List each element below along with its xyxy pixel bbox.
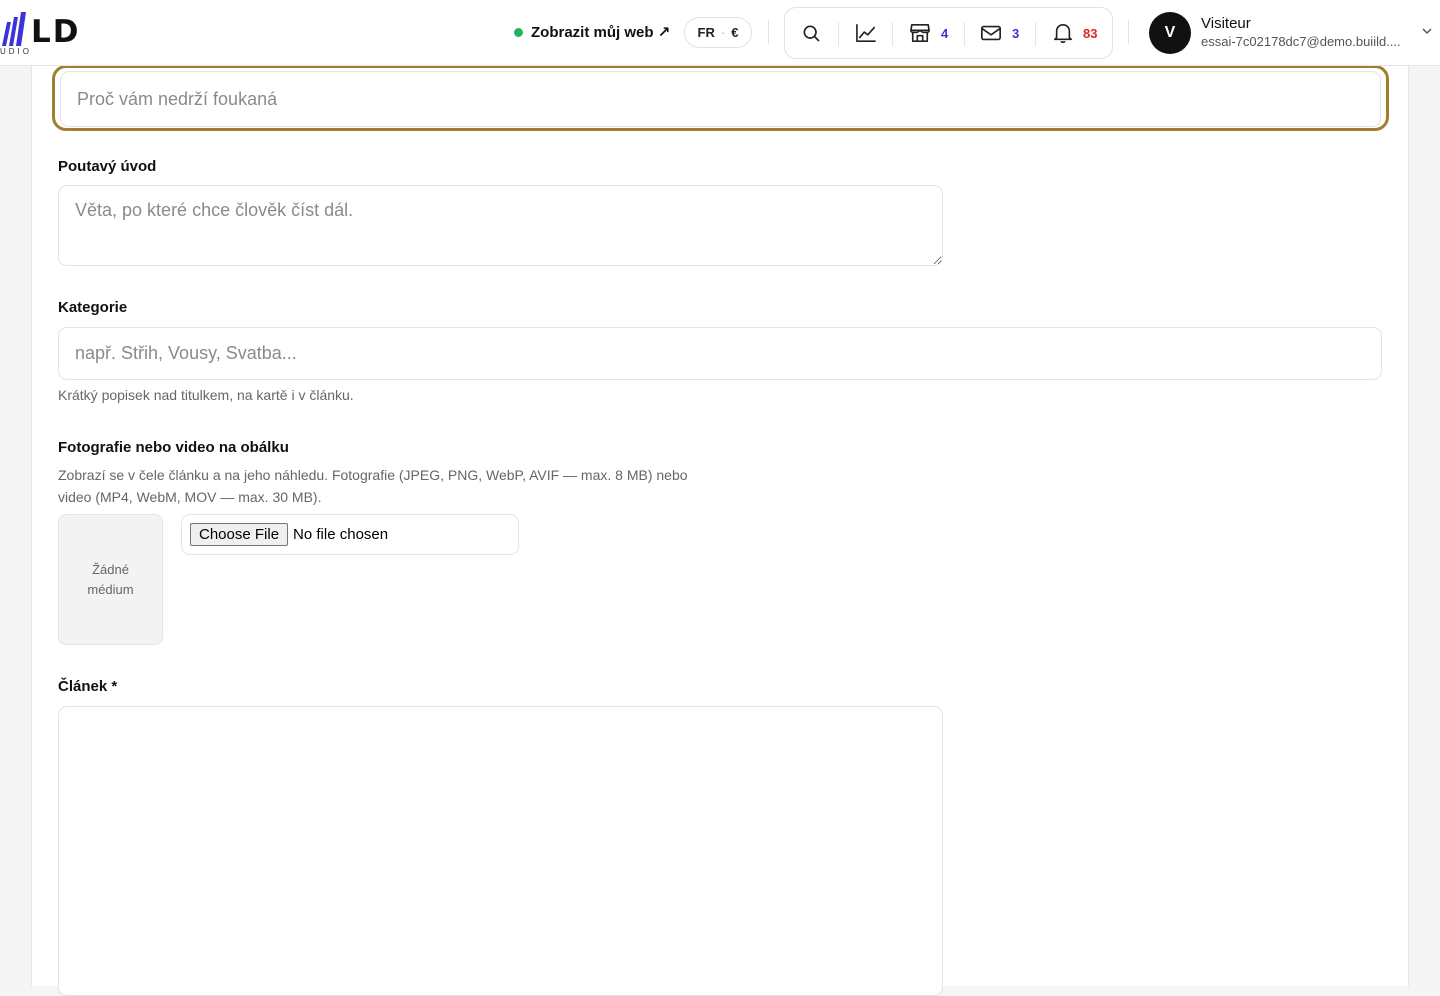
header-divider <box>768 20 769 44</box>
header-divider <box>1128 20 1129 44</box>
intro-label: Poutavý úvod <box>58 158 157 175</box>
icon-separator <box>838 22 839 46</box>
title-input[interactable] <box>60 71 1381 127</box>
article-editor[interactable] <box>58 706 943 996</box>
cover-media-label: Fotografie nebo video na obálku <box>58 439 289 456</box>
icon-separator <box>892 22 893 46</box>
choose-file-button[interactable]: Choose File <box>190 523 289 546</box>
user-menu[interactable]: V Visiteur essai-7c02178dc7@demo.buiild.… <box>1149 12 1440 54</box>
logo-subtitle: UDIO <box>0 47 32 56</box>
search-button[interactable] <box>801 8 821 58</box>
messages-count-badge: 3 <box>1012 25 1020 41</box>
store-icon <box>910 24 930 42</box>
store-count-badge: 4 <box>941 25 949 41</box>
title-field-focus-ring <box>52 65 1389 131</box>
online-status-dot <box>514 27 523 37</box>
language-separator: · <box>720 25 726 40</box>
user-email: essai-7c02178dc7@demo.buiild.... <box>1201 34 1401 49</box>
logo-bars-icon <box>2 12 26 46</box>
category-help-text: Krátký popisek nad titulkem, na kartě i … <box>58 387 354 403</box>
currency-symbol: € <box>731 25 739 40</box>
messages-button[interactable]: 3 <box>980 8 1019 58</box>
cover-media-help-line2: video (MP4, WebM, MOV — max. 30 MB). <box>58 489 322 505</box>
icon-separator <box>964 22 965 46</box>
category-label: Kategorie <box>58 299 128 316</box>
notifications-count-badge: 83 <box>1083 25 1098 41</box>
cover-media-help-line1: Zobrazí se v čele článku a na jeho náhle… <box>58 467 688 483</box>
notifications-button[interactable]: 83 <box>1053 8 1097 58</box>
icon-separator <box>1035 22 1036 46</box>
view-site-link[interactable]: Zobrazit můj web ↗ <box>514 18 670 46</box>
category-input[interactable] <box>58 327 1382 380</box>
analytics-button[interactable] <box>855 8 877 58</box>
user-name: Visiteur <box>1201 15 1251 32</box>
cover-file-input[interactable]: Choose File No file chosen <box>181 514 519 555</box>
chevron-down-icon <box>1422 28 1432 35</box>
store-button[interactable]: 4 <box>909 8 948 58</box>
top-bar: LD UDIO Zobrazit můj web ↗ FR · € 4 3 83… <box>0 0 1440 66</box>
language-code: FR <box>697 25 715 40</box>
article-label: Článek * <box>58 678 118 695</box>
view-site-label: Zobrazit můj web ↗ <box>531 24 671 41</box>
file-status-text: No file chosen <box>293 526 389 543</box>
quick-actions-bar: 4 3 83 <box>784 7 1113 59</box>
avatar: V <box>1149 12 1191 54</box>
logo-wordmark: LD <box>31 14 81 50</box>
logo[interactable]: LD UDIO <box>0 10 100 60</box>
search-icon <box>803 25 820 42</box>
language-currency-switcher[interactable]: FR · € <box>684 17 752 48</box>
cover-media-placeholder: Žádné médium <box>58 514 163 645</box>
intro-textarea[interactable] <box>58 185 943 266</box>
chart-line-icon <box>856 24 876 42</box>
mail-icon <box>981 25 1001 41</box>
bell-icon <box>1054 24 1072 44</box>
